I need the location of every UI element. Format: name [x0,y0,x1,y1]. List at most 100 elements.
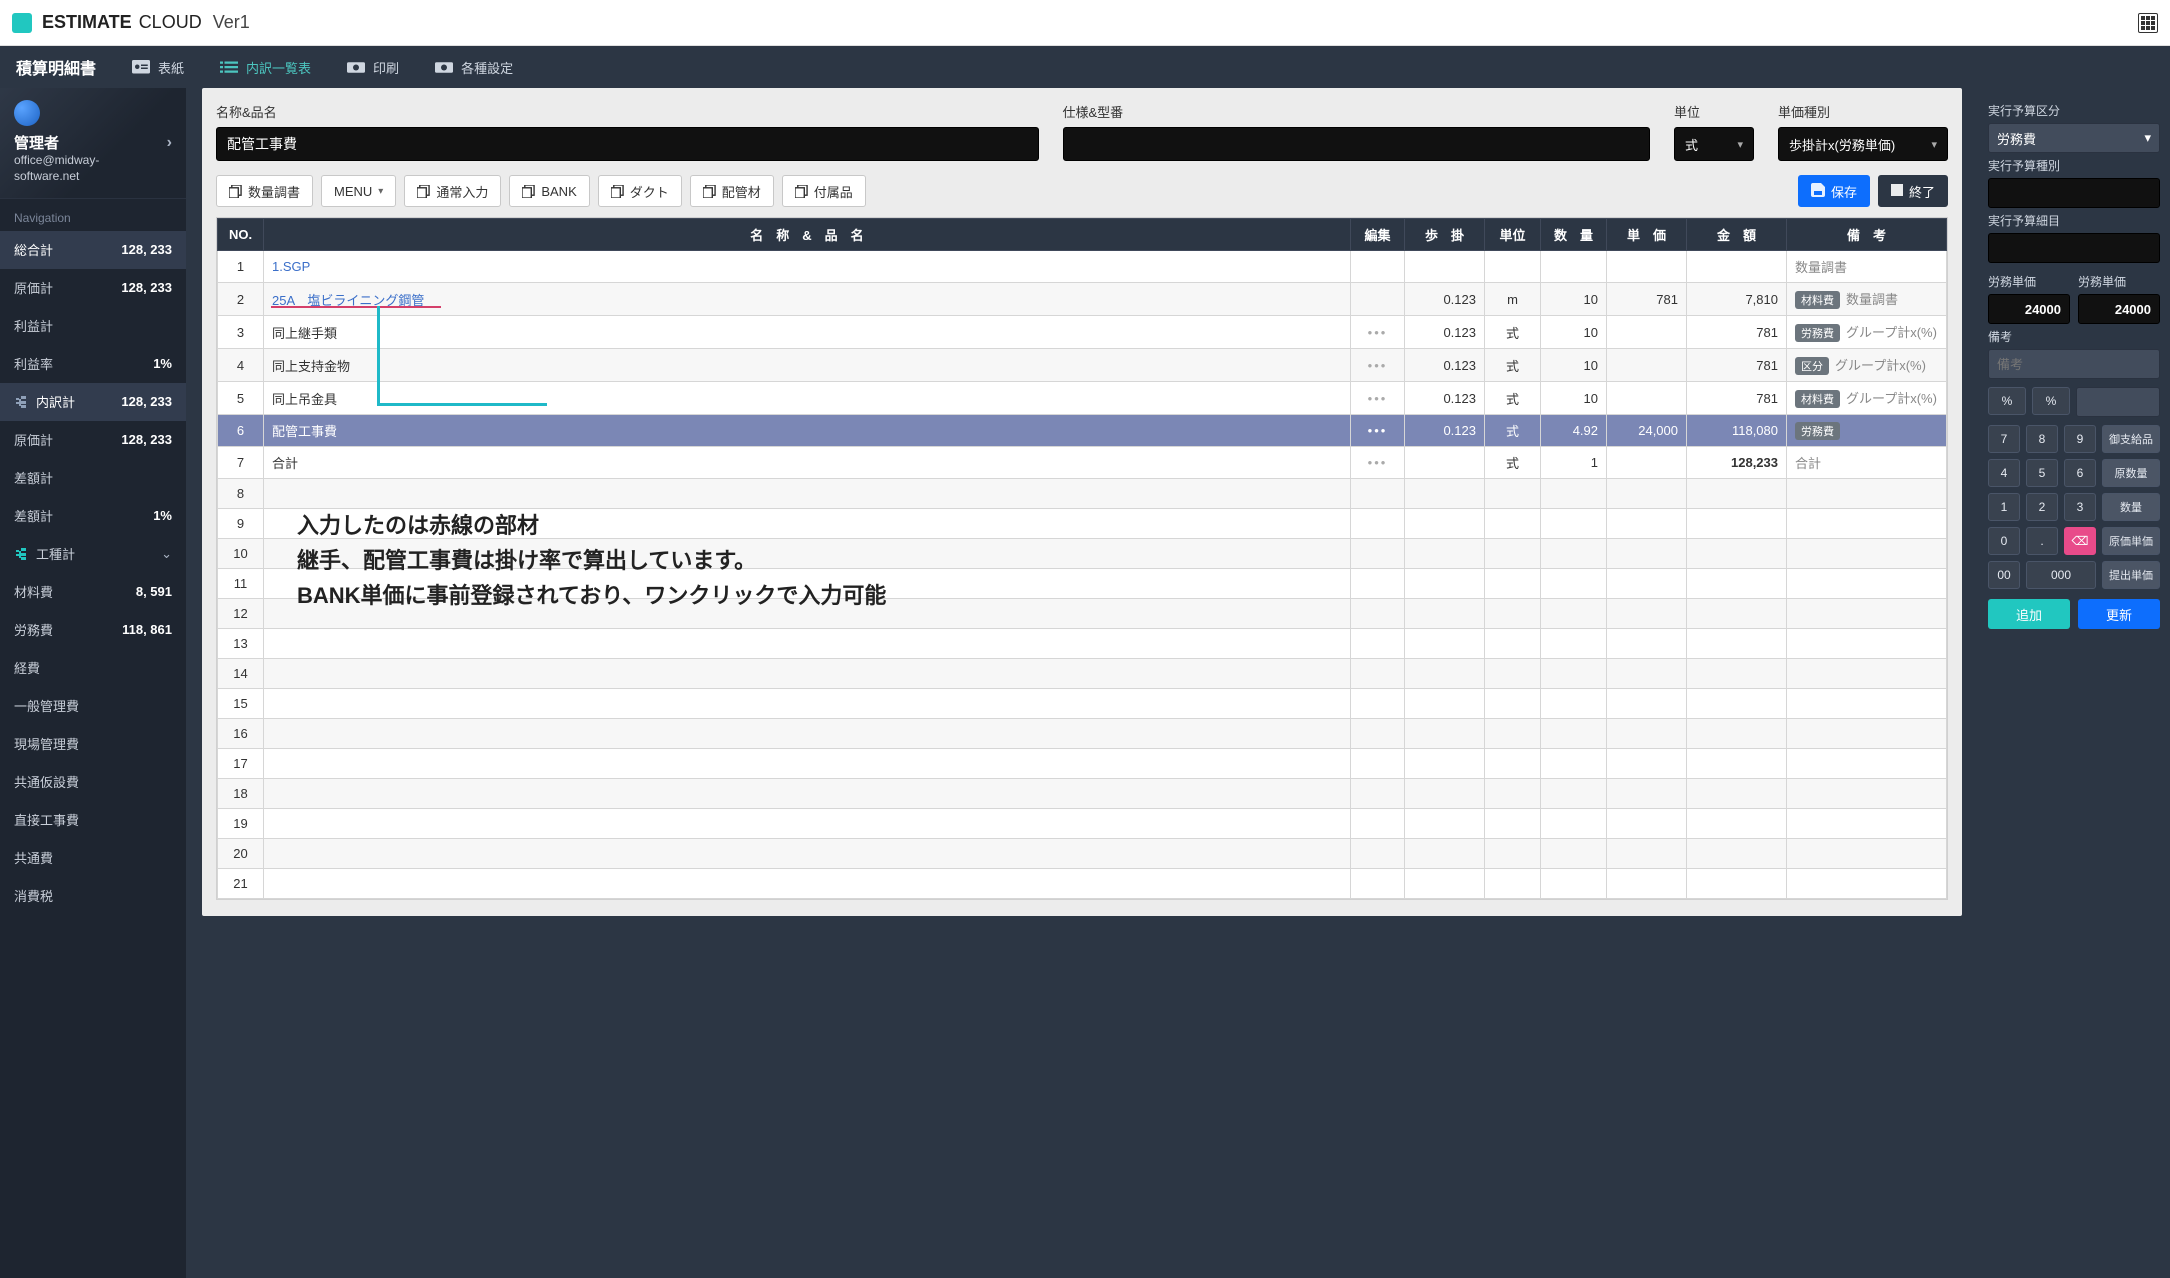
chevron-right-icon: › [167,134,172,152]
grid-menu-icon[interactable] [2138,13,2158,33]
table-row[interactable]: 21 [218,869,1947,899]
labor-unit-b[interactable] [2078,294,2160,324]
key-dot[interactable]: . [2026,527,2058,555]
table-row[interactable]: 19 [218,809,1947,839]
duct-button[interactable]: ダクト [598,175,682,207]
key-3[interactable]: 3 [2064,493,2096,521]
key-5[interactable]: 5 [2026,459,2058,487]
update-button[interactable]: 更新 [2078,599,2160,629]
table-row[interactable]: 14 [218,659,1947,689]
sidebar-item[interactable]: 総合計128, 233 [0,231,186,269]
sidebar-item[interactable]: 直接工事費 [0,801,186,839]
save-button[interactable]: 保存 [1798,175,1870,207]
name-input[interactable] [216,127,1039,161]
sidebar-item[interactable]: 内訳計128, 233 [0,383,186,421]
attach-button[interactable]: 付属品 [782,175,866,207]
type-label: 単価種別 [1778,102,1948,121]
table-row[interactable]: 3同上継手類•••0.123式10781労務費グループ計x(%) [218,316,1947,349]
key-supply[interactable]: 御支給品 [2102,425,2160,453]
key-000[interactable]: 000 [2026,561,2096,589]
labor-unit-a[interactable] [1988,294,2070,324]
table-row[interactable]: 9 [218,509,1947,539]
detail-table: NO. 名 称 & 品 名 編集 歩 掛 単位 数 量 単 価 金 額 備 考 … [216,217,1948,900]
sidebar-item[interactable]: 差額計 [0,459,186,497]
qty-adjust-button[interactable]: 数量調書 [216,175,313,207]
table-row[interactable]: 7合計•••式1128,233合計 [218,447,1947,479]
sidebar-item[interactable]: 消費税 [0,877,186,915]
table-row[interactable]: 5同上吊金具•••0.123式10781材料費グループ計x(%) [218,382,1947,415]
table-row[interactable]: 6配管工事費•••0.123式4.9224,000118,080労務費 [218,415,1947,447]
sidebar-item[interactable]: 共通費 [0,839,186,877]
percent-input[interactable] [2076,387,2160,417]
sidebar-item[interactable]: 労務費118, 861 [0,611,186,649]
key-submit-unit[interactable]: 提出単価 [2102,561,2160,589]
key-qty[interactable]: 数量 [2102,493,2160,521]
tab-print[interactable]: 印刷 [347,58,399,77]
pipe-button[interactable]: 配管材 [690,175,774,207]
table-row[interactable]: 12 [218,599,1947,629]
key-1[interactable]: 1 [1988,493,2020,521]
key-0[interactable]: 0 [1988,527,2020,555]
budget-detail-input[interactable] [1988,233,2160,263]
key-9[interactable]: 9 [2064,425,2096,453]
table-row[interactable]: 8 [218,479,1947,509]
user-card[interactable]: 管理者› office@midway-software.net [0,88,186,199]
table-row[interactable]: 16 [218,719,1947,749]
table-row[interactable]: 11.SGP数量調書 [218,251,1947,283]
sidebar-item-label: 材料費 [14,582,53,601]
labor-unit-label-b: 労務単価 [2078,273,2160,290]
table-row[interactable]: 17 [218,749,1947,779]
remarks-label: 備考 [1988,328,2160,345]
sidebar-item[interactable]: 現場管理費 [0,725,186,763]
copy-icon [611,185,624,198]
menu-button[interactable]: MENU▾ [321,175,396,207]
budget-kbn-label: 実行予算区分 [1988,102,2160,119]
bank-button[interactable]: BANK [509,175,589,207]
key-orig-qty[interactable]: 原数量 [2102,459,2160,487]
sidebar-item-label: 利益計 [14,316,53,335]
copy-icon [703,185,716,198]
sidebar-item[interactable]: 材料費8, 591 [0,573,186,611]
table-row[interactable]: 13 [218,629,1947,659]
table-row[interactable]: 15 [218,689,1947,719]
table-row[interactable]: 20 [218,839,1947,869]
table-row[interactable]: 4同上支持金物•••0.123式10781区分グループ計x(%) [218,349,1947,382]
sidebar-item[interactable]: 利益率1% [0,345,186,383]
key-4[interactable]: 4 [1988,459,2020,487]
tab-cover[interactable]: 表紙 [132,58,184,77]
tab-breakdown-list[interactable]: 内訳一覧表 [220,58,311,77]
key-2[interactable]: 2 [2026,493,2058,521]
tab-settings[interactable]: 各種設定 [435,58,513,77]
unit-select[interactable]: 式▾ [1674,127,1754,161]
sidebar-item[interactable]: 原価計128, 233 [0,421,186,459]
table-row[interactable]: 18 [218,779,1947,809]
table-row[interactable]: 11 [218,569,1947,599]
budget-type-input[interactable] [1988,178,2160,208]
key-7[interactable]: 7 [1988,425,2020,453]
type-select[interactable]: 歩掛計x(労務単価)▾ [1778,127,1948,161]
add-button[interactable]: 追加 [1988,599,2070,629]
sidebar-item[interactable]: 原価計128, 233 [0,269,186,307]
normal-input-button[interactable]: 通常入力 [404,175,501,207]
key-cost-unit[interactable]: 原価単価 [2102,527,2160,555]
sidebar-item[interactable]: 工種計⌄ [0,535,186,573]
finish-button[interactable]: 終了 [1878,175,1948,207]
sidebar-item[interactable]: 一般管理費 [0,687,186,725]
table-row[interactable]: 10 [218,539,1947,569]
sidebar-item[interactable]: 差額計1% [0,497,186,535]
key-6[interactable]: 6 [2064,459,2096,487]
key-8[interactable]: 8 [2026,425,2058,453]
percent-button-b[interactable]: % [2032,387,2070,415]
remarks-input[interactable] [1988,349,2160,379]
spec-input[interactable] [1063,127,1651,161]
budget-kbn-select[interactable]: 労務費▾ [1988,123,2160,153]
nav-heading: Navigation [0,199,186,231]
sidebar-item-value: 1% [153,356,172,371]
key-delete[interactable]: ⌫ [2064,527,2096,555]
sidebar-item[interactable]: 経費 [0,649,186,687]
key-00[interactable]: 00 [1988,561,2020,589]
sidebar-item[interactable]: 利益計 [0,307,186,345]
table-row[interactable]: 225A 塩ビライニング鋼管0.123m107817,810材料費数量調書 [218,283,1947,316]
sidebar-item[interactable]: 共通仮設費 [0,763,186,801]
percent-button-a[interactable]: % [1988,387,2026,415]
